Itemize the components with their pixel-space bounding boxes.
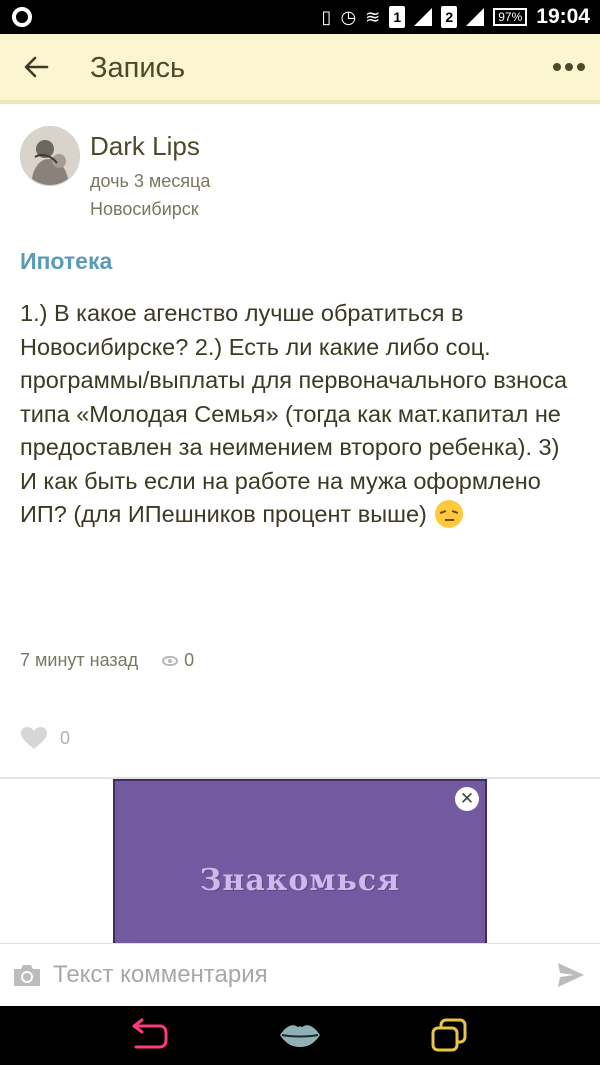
ad-text: Знакомься bbox=[199, 863, 401, 898]
more-dot-icon bbox=[577, 63, 585, 71]
camera-icon bbox=[14, 965, 40, 986]
wifi-icon: ≋ bbox=[365, 7, 381, 27]
signal2-icon bbox=[466, 8, 485, 26]
recents-icon bbox=[431, 1018, 467, 1052]
back-arrow-icon bbox=[132, 1018, 168, 1049]
signal1-icon bbox=[414, 8, 433, 26]
clock: 19:04 bbox=[536, 5, 590, 28]
post-text: 1.) В какое агенство лучше обратиться в … bbox=[20, 300, 568, 527]
post-meta: 7 минут назад 0 bbox=[20, 650, 194, 671]
sim1-badge: 1 bbox=[389, 6, 406, 28]
post-time: 7 минут назад bbox=[20, 650, 139, 670]
ad-banner[interactable]: ✕ Знакомься bbox=[113, 779, 487, 945]
arrow-left-icon bbox=[24, 56, 49, 78]
comment-bar bbox=[0, 943, 600, 1006]
nav-home-button[interactable] bbox=[278, 1016, 320, 1054]
avatar[interactable] bbox=[20, 126, 80, 186]
eye-icon bbox=[162, 655, 179, 666]
unamused-face-emoji-icon bbox=[435, 500, 464, 528]
page-title: Запись bbox=[90, 52, 186, 84]
battery-indicator: 97% bbox=[493, 8, 528, 26]
nav-bar bbox=[0, 1006, 600, 1065]
more-dot-icon bbox=[553, 63, 561, 71]
status-icons: ▯ ◷ ≋ 1 2 97% 19:04 bbox=[322, 0, 590, 34]
more-options-button[interactable] bbox=[552, 52, 586, 82]
comment-input[interactable] bbox=[53, 956, 533, 994]
vibrate-icon: ▯ bbox=[321, 7, 332, 27]
nav-recents-button[interactable] bbox=[428, 1016, 470, 1054]
views-counter: 0 bbox=[162, 650, 194, 671]
like-button[interactable]: 0 bbox=[20, 726, 70, 750]
views-count: 0 bbox=[184, 650, 195, 670]
back-button[interactable] bbox=[18, 49, 54, 85]
author-child-info: дочь 3 месяца bbox=[90, 171, 211, 191]
alarm-icon: ◷ bbox=[340, 7, 357, 27]
post-body: 1.) В какое агенство лучше обратиться в … bbox=[20, 297, 580, 532]
notification-ring-icon bbox=[12, 7, 32, 27]
lips-icon bbox=[280, 1025, 320, 1047]
avatar-image bbox=[21, 127, 79, 185]
author-city: Новосибирск bbox=[90, 199, 199, 219]
send-button[interactable] bbox=[556, 961, 586, 989]
post-title[interactable]: Ипотека bbox=[20, 248, 112, 275]
sim2-badge: 2 bbox=[441, 6, 458, 28]
send-icon bbox=[558, 963, 584, 987]
more-dot-icon bbox=[565, 63, 573, 71]
author-name[interactable]: Dark Lips bbox=[90, 131, 200, 162]
camera-button[interactable] bbox=[12, 962, 42, 988]
heart-icon bbox=[21, 727, 47, 749]
likes-count: 0 bbox=[60, 727, 71, 748]
status-bar: ▯ ◷ ≋ 1 2 97% 19:04 bbox=[0, 0, 600, 34]
close-icon[interactable]: ✕ bbox=[455, 787, 479, 811]
nav-back-button[interactable] bbox=[128, 1016, 170, 1054]
app-header: Запись bbox=[0, 34, 600, 104]
